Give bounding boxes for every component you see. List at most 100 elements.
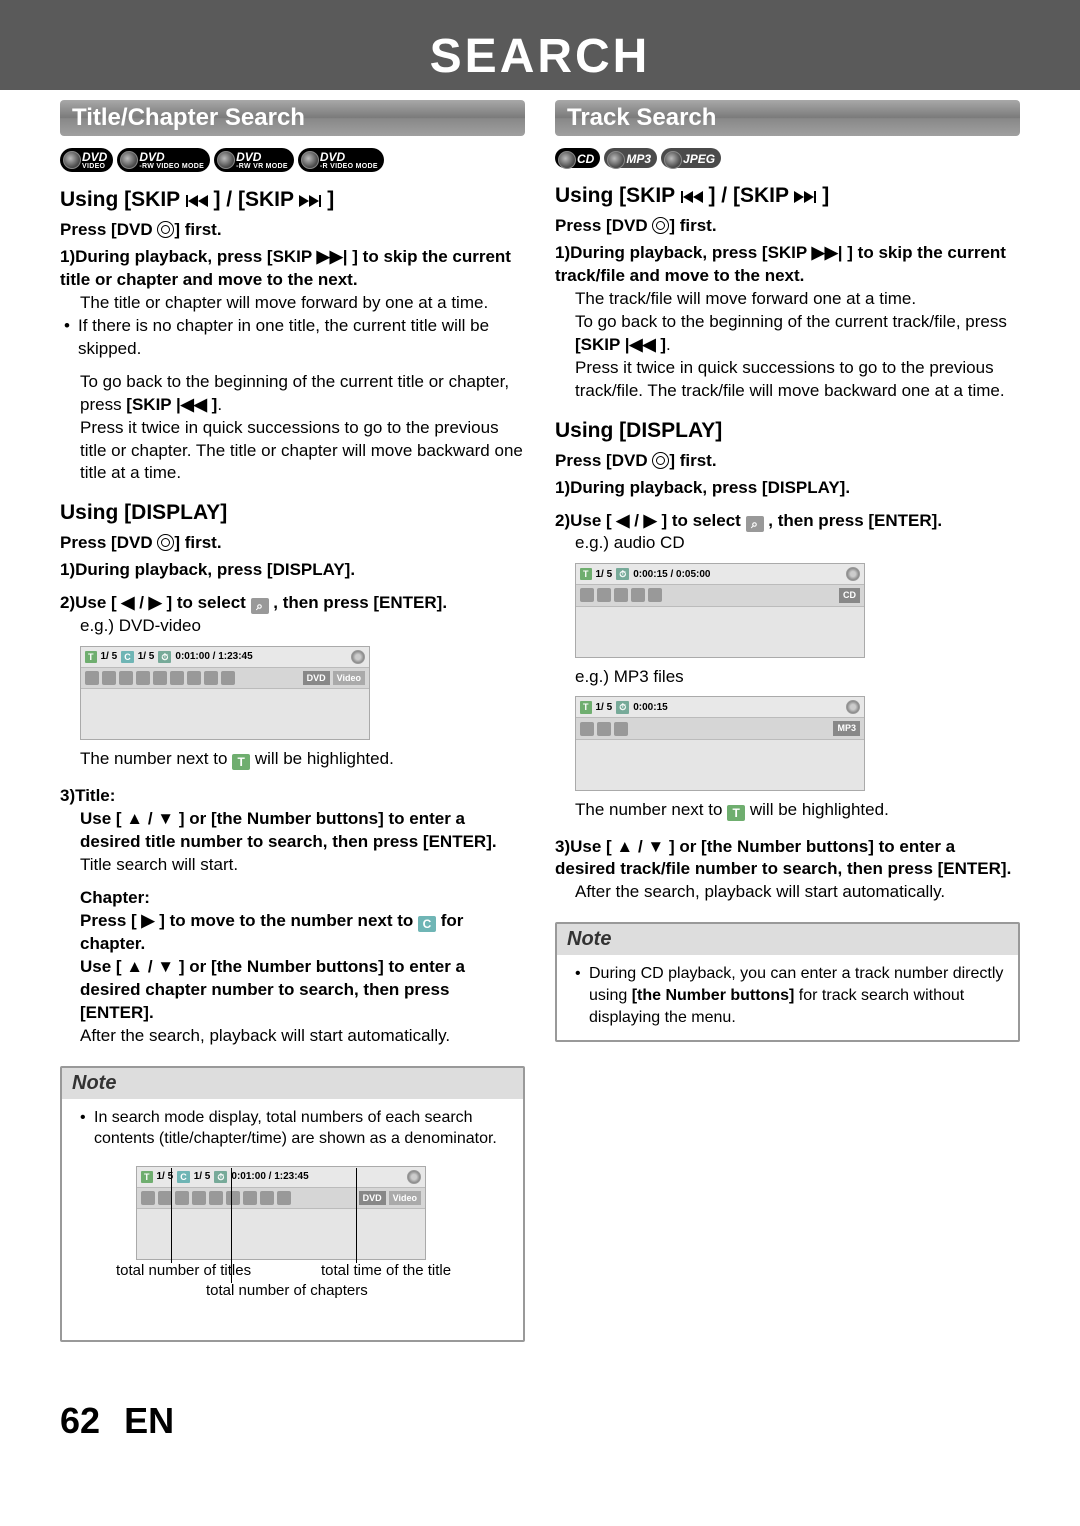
step-head: 2)Use [ ◀ / ▶ ] to select ⌕ , then press… bbox=[555, 510, 1020, 533]
osd-icon bbox=[192, 1191, 206, 1205]
disc-badge: JPEG bbox=[661, 148, 721, 168]
step-head: 1)During playback, press [DISPLAY]. bbox=[555, 477, 1020, 500]
step-head: 3)Use [ ▲ / ▼ ] or [the Number buttons] … bbox=[555, 836, 1020, 882]
page-footer: 62 EN bbox=[0, 1380, 1080, 1462]
example-label: e.g.) MP3 files bbox=[555, 666, 1020, 689]
top-gray-bar bbox=[0, 0, 1080, 25]
osd-icon bbox=[170, 671, 184, 685]
osd-icon bbox=[204, 671, 218, 685]
left-column: Title/Chapter Search DVDVIDEO DVD-RW VID… bbox=[60, 90, 525, 1360]
callout-label: total number of titles bbox=[116, 1262, 251, 1280]
dvd-power-icon bbox=[157, 534, 174, 551]
step-head: 1)During playback, press [SKIP ▶▶| ] to … bbox=[555, 242, 1020, 288]
clock-icon: ⏱ bbox=[214, 1171, 227, 1183]
step-bullet: If there is no chapter in one title, the… bbox=[60, 315, 525, 361]
osd-icon bbox=[614, 722, 628, 736]
steps-skip-left: 1)During playback, press [SKIP ▶▶| ] to … bbox=[60, 246, 525, 485]
press-dvd-first: Press [DVD ] first. bbox=[555, 451, 1020, 471]
note-box-left: Note In search mode display, total numbe… bbox=[60, 1066, 525, 1342]
dvd-power-icon bbox=[652, 217, 669, 234]
osd-icon bbox=[119, 671, 133, 685]
steps-display-left: 1)During playback, press [DISPLAY]. 2)Us… bbox=[60, 559, 525, 1047]
step-para: The number next to T will be highlighted… bbox=[555, 799, 1020, 822]
step-para: Press it twice in quick successions to g… bbox=[60, 417, 525, 486]
subheading-display: Using [DISPLAY] bbox=[60, 501, 525, 525]
osd-dvd-video: T1/ 5 C1/ 5 ⏱0:01:00 / 1:23:45 DVDVideo bbox=[80, 646, 370, 740]
osd-icon bbox=[175, 1191, 189, 1205]
disc-spin-icon bbox=[846, 700, 860, 714]
section-title-right: Track Search bbox=[555, 100, 1020, 136]
step-para: Press it twice in quick successions to g… bbox=[555, 357, 1020, 403]
steps-display-right: 1)During playback, press [DISPLAY]. 2)Us… bbox=[555, 477, 1020, 905]
step-head: Chapter: bbox=[60, 887, 525, 910]
page-lang: EN bbox=[124, 1400, 174, 1441]
example-label: e.g.) audio CD bbox=[555, 532, 1020, 555]
page-number: 62 bbox=[60, 1400, 100, 1441]
note-title: Note bbox=[62, 1068, 523, 1099]
disc-row-right: CD MP3 JPEG bbox=[555, 148, 1020, 168]
t-icon: T bbox=[232, 754, 250, 770]
osd-icon bbox=[158, 1191, 172, 1205]
step-body: After the search, playback will start au… bbox=[555, 881, 1020, 904]
step-para: To go back to the beginning of the curre… bbox=[60, 371, 525, 417]
osd-icon bbox=[243, 1191, 257, 1205]
step-para: The number next to T will be highlighted… bbox=[60, 748, 525, 771]
clock-icon: ⏱ bbox=[158, 651, 171, 663]
callout-label: total time of the title bbox=[321, 1262, 451, 1280]
disc-spin-icon bbox=[846, 567, 860, 581]
osd-icon bbox=[153, 671, 167, 685]
note-box-right: Note During CD playback, you can enter a… bbox=[555, 922, 1020, 1042]
step-bold: Use [ ▲ / ▼ ] or [the Number buttons] to… bbox=[60, 956, 525, 1025]
steps-skip-right: 1)During playback, press [SKIP ▶▶| ] to … bbox=[555, 242, 1020, 403]
dvd-power-icon bbox=[652, 452, 669, 469]
osd-icon bbox=[260, 1191, 274, 1205]
osd-icon bbox=[277, 1191, 291, 1205]
press-dvd-first: Press [DVD ] first. bbox=[555, 216, 1020, 236]
osd-icon bbox=[614, 588, 628, 602]
c-icon: C bbox=[418, 916, 436, 932]
osd-audio-cd: T1/ 5 ⏱0:00:15 / 0:05:00 CD bbox=[575, 563, 865, 657]
step-bold: Press [ ▶ ] to move to the number next t… bbox=[60, 910, 525, 956]
disc-spin-icon bbox=[407, 1170, 421, 1184]
step-head: 3)Title: bbox=[60, 785, 525, 808]
osd-mp3: T1/ 5 ⏱0:00:15 MP3 bbox=[575, 696, 865, 790]
osd-icon bbox=[226, 1191, 240, 1205]
disc-badge: MP3 bbox=[604, 148, 657, 168]
step-body: Title search will start. bbox=[60, 854, 525, 877]
clock-icon: ⏱ bbox=[616, 568, 629, 580]
step-body: The track/file will move forward one at … bbox=[555, 288, 1020, 311]
disc-badge: DVD-R VIDEO MODE bbox=[298, 148, 384, 172]
osd-icon bbox=[597, 588, 611, 602]
subheading-display: Using [DISPLAY] bbox=[555, 419, 1020, 443]
disc-badge: DVD-RW VIDEO MODE bbox=[117, 148, 210, 172]
press-dvd-first: Press [DVD ] first. bbox=[60, 220, 525, 240]
osd-icon bbox=[102, 671, 116, 685]
t-icon: T bbox=[727, 805, 745, 821]
disc-row-left: DVDVIDEO DVD-RW VIDEO MODE DVD-RW VR MOD… bbox=[60, 148, 525, 172]
osd-icon bbox=[141, 1191, 155, 1205]
section-title-left: Title/Chapter Search bbox=[60, 100, 525, 136]
press-dvd-first: Press [DVD ] first. bbox=[60, 533, 525, 553]
osd-icon bbox=[209, 1191, 223, 1205]
note-title: Note bbox=[557, 924, 1018, 955]
clock-icon: ⏱ bbox=[616, 701, 629, 713]
osd-icon bbox=[648, 588, 662, 602]
page-header: SEARCH bbox=[0, 25, 1080, 90]
step-body: After the search, playback will start au… bbox=[60, 1025, 525, 1048]
step-body: The title or chapter will move forward b… bbox=[60, 292, 525, 315]
osd-icon bbox=[136, 671, 150, 685]
osd-icon bbox=[187, 671, 201, 685]
page-content: Title/Chapter Search DVDVIDEO DVD-RW VID… bbox=[0, 90, 1080, 1380]
disc-badge: DVD-RW VR MODE bbox=[214, 148, 294, 172]
subheading-skip: Using [SKIP ] / [SKIP ] bbox=[60, 188, 525, 212]
callout-label: total number of chapters bbox=[206, 1282, 368, 1300]
example-label: e.g.) DVD-video bbox=[60, 615, 525, 638]
disc-spin-icon bbox=[351, 650, 365, 664]
step-head: 1)During playback, press [SKIP ▶▶| ] to … bbox=[60, 246, 525, 292]
osd-icon bbox=[221, 671, 235, 685]
disc-badge: CD bbox=[555, 148, 600, 168]
disc-badge: DVDVIDEO bbox=[60, 148, 113, 172]
step-para: To go back to the beginning of the curre… bbox=[555, 311, 1020, 357]
callout-diagram: T1/ 5 C1/ 5 ⏱0:01:00 / 1:23:45 DVDVideo bbox=[76, 1150, 509, 1328]
subheading-skip: Using [SKIP ] / [SKIP ] bbox=[555, 184, 1020, 208]
